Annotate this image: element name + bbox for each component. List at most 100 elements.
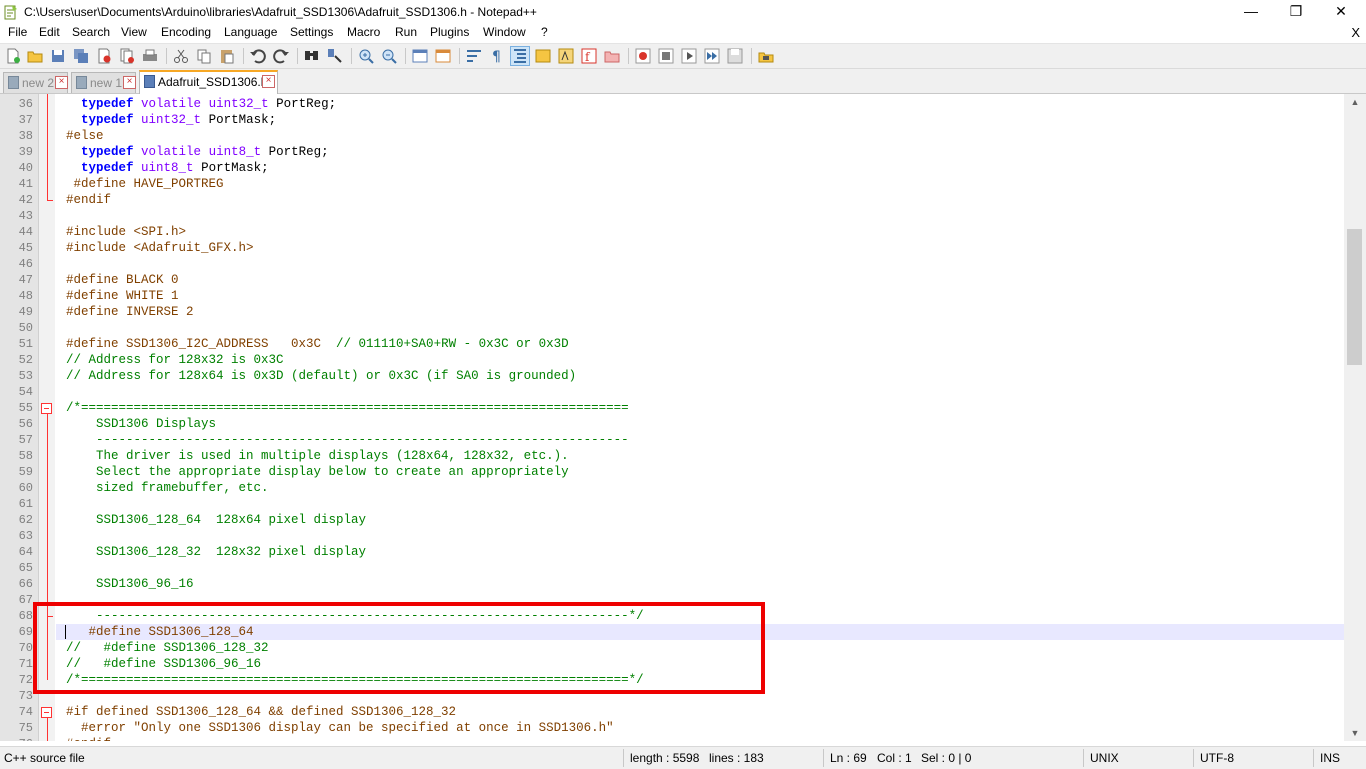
code-line[interactable]: [56, 384, 1344, 400]
code-line[interactable]: [56, 560, 1344, 576]
run-macro-multiple-icon[interactable]: [703, 47, 721, 65]
open-file-icon[interactable]: [26, 47, 44, 65]
code-line[interactable]: Select the appropriate display below to …: [56, 464, 1344, 480]
code-line[interactable]: typedef volatile uint8_t PortReg;: [56, 144, 1344, 160]
code-line[interactable]: typedef volatile uint32_t PortReg;: [56, 96, 1344, 112]
sync-vertical-icon[interactable]: [411, 47, 429, 65]
word-wrap-icon[interactable]: [465, 47, 483, 65]
status-lines: lines : 183: [709, 751, 764, 765]
menu-file[interactable]: File: [8, 25, 27, 39]
show-all-characters-icon[interactable]: ¶: [488, 47, 506, 65]
code-line[interactable]: // Address for 128x64 is 0x3D (default) …: [56, 368, 1344, 384]
code-line[interactable]: The driver is used in multiple displays …: [56, 448, 1344, 464]
vertical-scrollbar[interactable]: ▲ ▼: [1344, 94, 1366, 741]
save-macro-icon[interactable]: [726, 47, 744, 65]
maximize-button[interactable]: ❐: [1273, 0, 1319, 24]
code-line[interactable]: #endif: [56, 192, 1344, 208]
code-line-text: #include <SPI.h>: [66, 224, 186, 240]
menu-encoding[interactable]: Encoding: [161, 25, 211, 39]
zoom-out-icon[interactable]: [380, 47, 398, 65]
code-line[interactable]: SSD1306 Displays: [56, 416, 1344, 432]
code-line[interactable]: #if defined SSD1306_128_64 && defined SS…: [56, 704, 1344, 720]
redo-icon[interactable]: [272, 47, 290, 65]
menu-run[interactable]: Run: [395, 25, 417, 39]
code-line[interactable]: #define WHITE 1: [56, 288, 1344, 304]
menu-window[interactable]: Window: [483, 25, 526, 39]
undo-icon[interactable]: [249, 47, 267, 65]
menu-help[interactable]: ?: [541, 25, 548, 39]
code-line[interactable]: typedef uint8_t PortMask;: [56, 160, 1344, 176]
stop-macro-icon[interactable]: [657, 47, 675, 65]
zoom-in-icon[interactable]: [357, 47, 375, 65]
menu-plugins[interactable]: Plugins: [430, 25, 469, 39]
code-line[interactable]: [56, 256, 1344, 272]
tab-adafruit-ssd1306[interactable]: Adafruit_SSD1306.h ×: [139, 70, 278, 95]
tab-new-1[interactable]: new 1 ×: [71, 72, 136, 93]
function-icon[interactable]: f: [580, 47, 598, 65]
code-line[interactable]: #define INVERSE 2: [56, 304, 1344, 320]
save-icon[interactable]: [49, 47, 67, 65]
line-number: 67: [18, 593, 33, 607]
close-document-button[interactable]: X: [1351, 25, 1360, 40]
line-number: 47: [18, 273, 33, 287]
compare-plugin-icon[interactable]: [757, 47, 775, 65]
code-line[interactable]: SSD1306_128_32 128x32 pixel display: [56, 544, 1344, 560]
code-line[interactable]: #else: [56, 128, 1344, 144]
folder-workspace-icon[interactable]: [603, 47, 621, 65]
minimize-button[interactable]: —: [1228, 0, 1274, 24]
code-line[interactable]: // Address for 128x32 is 0x3C: [56, 352, 1344, 368]
close-file-icon[interactable]: [95, 47, 113, 65]
code-line[interactable]: ----------------------------------------…: [56, 432, 1344, 448]
paste-icon[interactable]: [218, 47, 236, 65]
function-list-icon[interactable]: [557, 47, 575, 65]
fold-collapse-icon[interactable]: [41, 707, 52, 718]
tab-close-icon[interactable]: ×: [262, 75, 275, 88]
code-line[interactable]: [56, 496, 1344, 512]
code-line[interactable]: #error "Only one SSD1306 display can be …: [56, 720, 1344, 736]
code-line[interactable]: SSD1306_96_16: [56, 576, 1344, 592]
new-file-icon[interactable]: [4, 47, 22, 65]
code-line[interactable]: SSD1306_128_64 128x64 pixel display: [56, 512, 1344, 528]
code-line[interactable]: #include <Adafruit_GFX.h>: [56, 240, 1344, 256]
code-line[interactable]: sized framebuffer, etc.: [56, 480, 1344, 496]
menu-language[interactable]: Language: [224, 25, 277, 39]
code-line[interactable]: #define HAVE_PORTREG: [56, 176, 1344, 192]
close-all-icon[interactable]: [118, 47, 136, 65]
replace-icon[interactable]: [326, 47, 344, 65]
code-line[interactable]: #endif: [56, 736, 1344, 741]
scrollbar-thumb[interactable]: [1347, 229, 1362, 365]
tab-close-icon[interactable]: ×: [55, 76, 68, 89]
scroll-down-icon[interactable]: ▼: [1344, 725, 1366, 741]
close-button[interactable]: ✕: [1318, 0, 1364, 24]
scroll-up-icon[interactable]: ▲: [1344, 94, 1366, 110]
code-line[interactable]: [56, 320, 1344, 336]
code-token: uint32_t: [141, 113, 202, 127]
indent-guide-icon[interactable]: [510, 46, 530, 66]
tab-close-icon[interactable]: ×: [123, 76, 136, 89]
cut-icon[interactable]: [172, 47, 190, 65]
code-line[interactable]: [56, 208, 1344, 224]
code-line[interactable]: #include <SPI.h>: [56, 224, 1344, 240]
print-icon[interactable]: [141, 47, 159, 65]
save-all-icon[interactable]: [72, 47, 90, 65]
tab-new-2[interactable]: new 2 ×: [3, 72, 68, 93]
code-line[interactable]: typedef uint32_t PortMask;: [56, 112, 1344, 128]
menu-edit[interactable]: Edit: [39, 25, 60, 39]
find-icon[interactable]: [303, 47, 321, 65]
fold-collapse-icon[interactable]: [41, 403, 52, 414]
sync-horizontal-icon[interactable]: [434, 47, 452, 65]
record-macro-icon[interactable]: [634, 47, 652, 65]
menu-view[interactable]: View: [121, 25, 147, 39]
code-line[interactable]: #define BLACK 0: [56, 272, 1344, 288]
menu-settings[interactable]: Settings: [290, 25, 333, 39]
code-token: sized framebuffer, etc.: [66, 481, 269, 495]
menu-search[interactable]: Search: [72, 25, 110, 39]
menu-macro[interactable]: Macro: [347, 25, 380, 39]
user-language-icon[interactable]: [534, 47, 552, 65]
code-line[interactable]: /*======================================…: [56, 400, 1344, 416]
code-line[interactable]: [56, 528, 1344, 544]
play-macro-icon[interactable]: [680, 47, 698, 65]
copy-icon[interactable]: [195, 47, 213, 65]
code-line[interactable]: #define SSD1306_I2C_ADDRESS 0x3C // 0111…: [56, 336, 1344, 352]
line-number: 74: [18, 705, 33, 719]
